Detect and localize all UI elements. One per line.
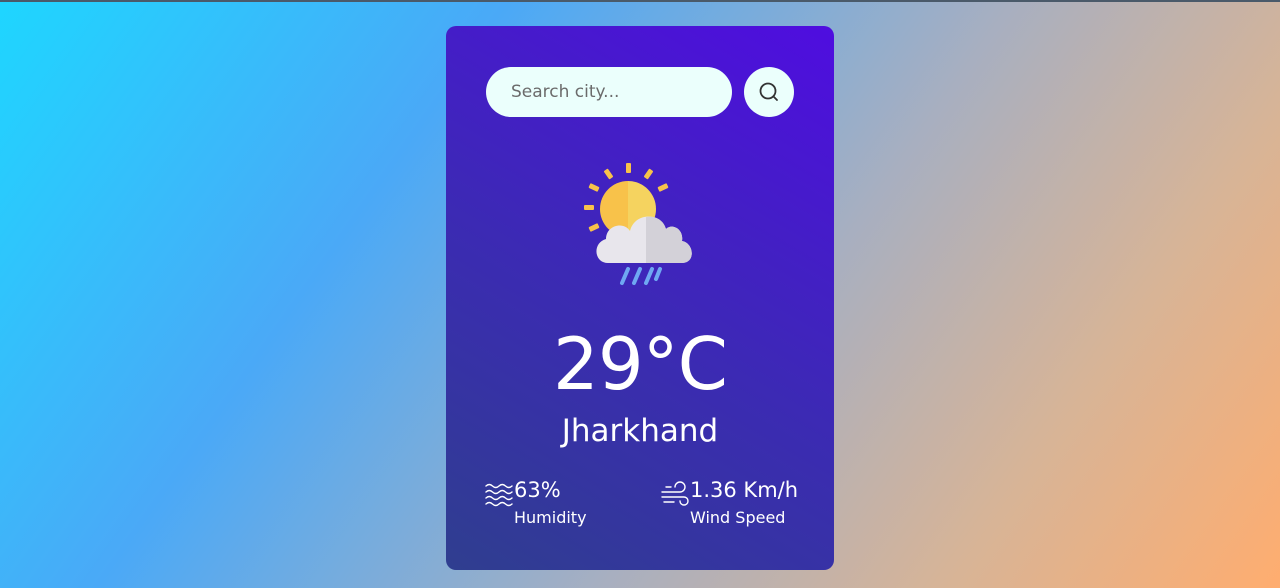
humidity-value: 63% bbox=[514, 478, 561, 502]
wind-text: 1.36 Km/h Wind Speed bbox=[690, 476, 798, 530]
search-bar bbox=[486, 67, 794, 117]
search-button[interactable] bbox=[744, 67, 794, 117]
city-name: Jharkhand bbox=[561, 413, 719, 449]
search-icon bbox=[759, 82, 778, 101]
partly-cloudy-rain-icon bbox=[582, 159, 702, 289]
wind-detail: 1.36 Km/h Wind Speed bbox=[660, 476, 798, 530]
humidity-label: Humidity bbox=[514, 508, 587, 527]
humidity-detail: 63% Humidity bbox=[484, 476, 587, 530]
humidity-icon bbox=[485, 483, 513, 507]
search-input[interactable] bbox=[486, 67, 732, 117]
wind-icon bbox=[661, 481, 689, 506]
temperature: 29°C bbox=[553, 322, 728, 406]
humidity-text: 63% Humidity bbox=[514, 476, 587, 530]
weather-card: 29°C Jharkhand 63% Humidity 1.36 K bbox=[446, 26, 834, 570]
wind-value: 1.36 Km/h bbox=[690, 478, 799, 502]
wind-label: Wind Speed bbox=[690, 508, 786, 527]
window-top-border bbox=[0, 0, 1280, 2]
